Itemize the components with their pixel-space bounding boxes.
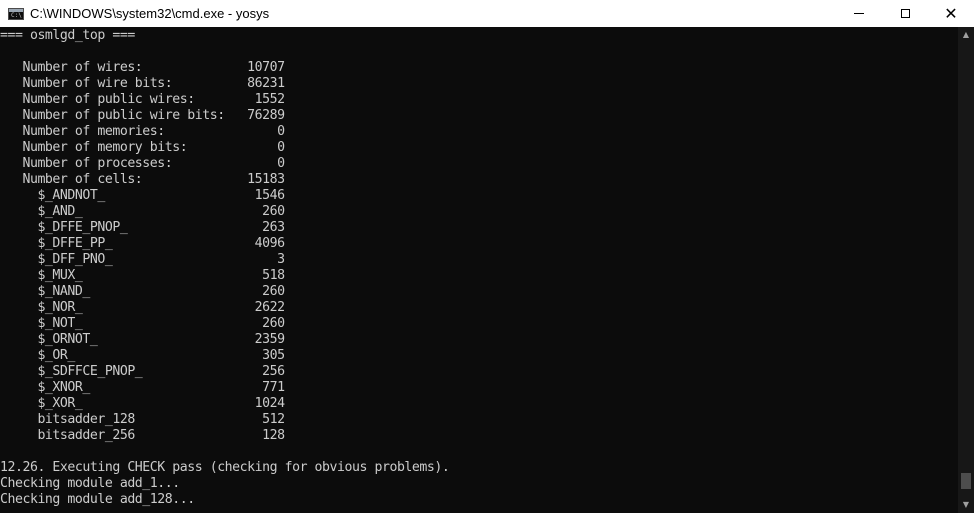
- scroll-down-arrow-icon[interactable]: ▼: [958, 497, 974, 513]
- console-line: $_AND_ 260: [0, 204, 285, 219]
- title-bar[interactable]: C:\ C:\WINDOWS\system32\cmd.exe - yosys …: [0, 0, 974, 27]
- window-title: C:\WINDOWS\system32\cmd.exe - yosys: [30, 6, 270, 21]
- console-line: $_XOR_ 1024: [0, 396, 285, 411]
- console-line: $_SDFFCE_PNOP_ 256: [0, 364, 285, 379]
- scrollbar-thumb[interactable]: [961, 473, 971, 489]
- console-output[interactable]: === osmlgd_top === Number of wires: 1070…: [0, 27, 958, 513]
- vertical-scrollbar[interactable]: ▲ ▼: [958, 27, 974, 513]
- maximize-icon: [900, 9, 910, 18]
- cmd-icon[interactable]: C:\: [8, 7, 24, 20]
- console-line: $_XNOR_ 771: [0, 380, 285, 395]
- minimize-button[interactable]: [836, 0, 882, 27]
- console-line: Number of public wire bits: 76289: [0, 108, 285, 123]
- console-line: Number of public wires: 1552: [0, 92, 285, 107]
- console-line: === osmlgd_top ===: [0, 28, 135, 43]
- window-controls: ✕: [836, 0, 974, 27]
- console-line: $_ANDNOT_ 1546: [0, 188, 285, 203]
- close-button[interactable]: ✕: [928, 0, 974, 27]
- console-line: Checking module add_128...: [0, 492, 195, 507]
- console-line: 12.26. Executing CHECK pass (checking fo…: [0, 460, 450, 475]
- console-line: $_DFFE_PNOP_ 263: [0, 220, 285, 235]
- console-line: bitsadder_128 512: [0, 412, 285, 427]
- console-line: Number of wire bits: 86231: [0, 76, 285, 91]
- close-icon: ✕: [944, 3, 958, 23]
- cmd-window: C:\ C:\WINDOWS\system32\cmd.exe - yosys …: [0, 0, 974, 513]
- console-line: $_NOR_ 2622: [0, 300, 285, 315]
- console-line: $_MUX_ 518: [0, 268, 285, 283]
- console-line: Number of processes: 0: [0, 156, 285, 171]
- scroll-up-arrow-icon[interactable]: ▲: [958, 27, 974, 43]
- console-line: Number of cells: 15183: [0, 172, 285, 187]
- console-line: $_ORNOT_ 2359: [0, 332, 285, 347]
- minimize-icon: [854, 13, 864, 14]
- console-line: Number of memories: 0: [0, 124, 285, 139]
- console-line: Number of wires: 10707: [0, 60, 285, 75]
- console-line: $_DFF_PNO_ 3: [0, 252, 285, 267]
- console-line: $_DFFE_PP_ 4096: [0, 236, 285, 251]
- console-line: $_NOT_ 260: [0, 316, 285, 331]
- console-line: $_OR_ 305: [0, 348, 285, 363]
- console-line: $_NAND_ 260: [0, 284, 285, 299]
- console-line: bitsadder_256 128: [0, 428, 285, 443]
- console-line: Checking module add_1...: [0, 476, 180, 491]
- console-line: Number of memory bits: 0: [0, 140, 285, 155]
- maximize-button[interactable]: [882, 0, 928, 27]
- cmd-icon-prompt: C:\: [11, 11, 22, 19]
